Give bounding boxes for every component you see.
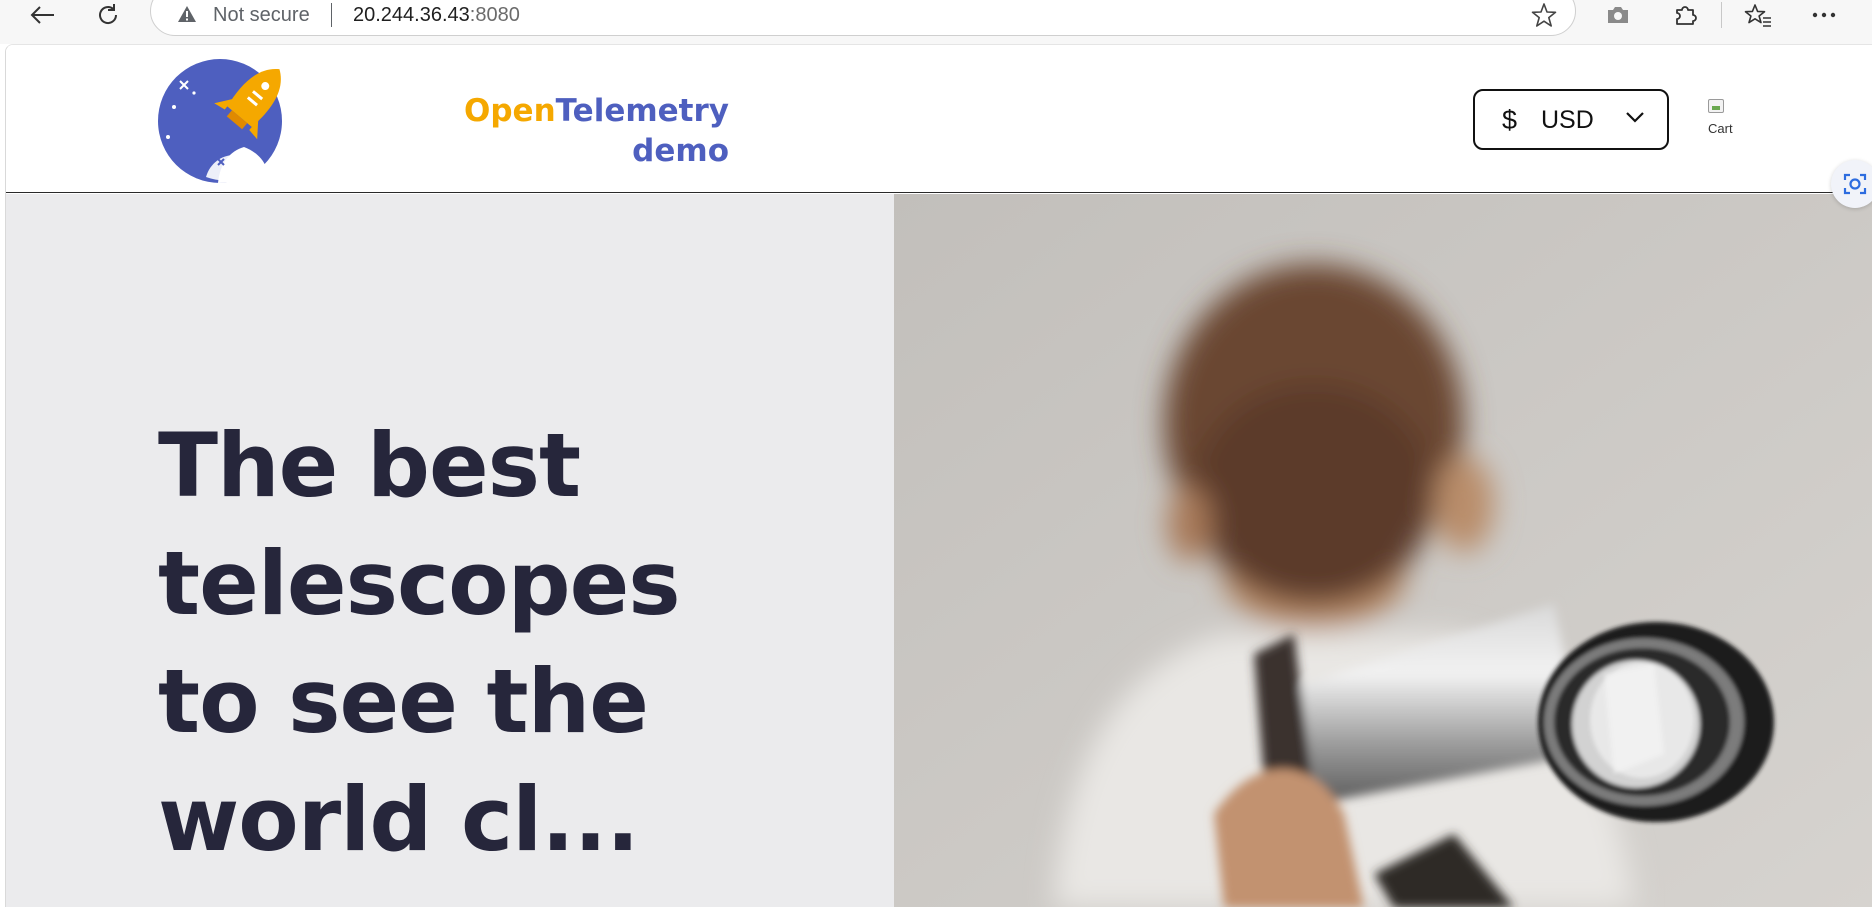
logo-word-demo: demo [632, 133, 729, 169]
toolbar-divider [1721, 2, 1722, 28]
favorites-icon [1744, 4, 1771, 27]
reload-button[interactable] [88, 0, 128, 30]
hero-title: The best telescopes to see the world cl.… [158, 414, 681, 871]
screenshot-button[interactable] [1598, 0, 1638, 30]
site-header: OpenTelemetry demo $ USD Cart [6, 45, 1872, 193]
camera-icon [1608, 7, 1628, 23]
favorites-button[interactable] [1738, 0, 1778, 30]
extensions-button[interactable] [1665, 0, 1705, 30]
star-icon[interactable] [1531, 2, 1557, 28]
back-button[interactable] [22, 0, 62, 30]
currency-symbol: $ [1502, 105, 1518, 135]
hero-text-panel: The best telescopes to see the world cl.… [6, 194, 894, 907]
address-bar[interactable]: Not secure 20.244.36.43:8080 [150, 0, 1576, 36]
rocket-logo-icon [158, 59, 282, 183]
logo-word-telemetry: Telemetry [555, 93, 729, 129]
hero-photo-child-telescope [894, 194, 1872, 907]
logo-wordmark: OpenTelemetry demo [464, 91, 729, 171]
cart-alt-text: Cart [1708, 121, 1733, 133]
back-arrow-icon [30, 6, 54, 24]
broken-image-icon [1708, 99, 1724, 113]
hero-image [894, 194, 1872, 907]
url-text[interactable]: 20.244.36.43:8080 [353, 4, 520, 27]
cart-button[interactable]: Cart [1706, 97, 1746, 133]
logo-word-open: Open [464, 93, 556, 129]
currency-selector[interactable]: $ USD [1473, 89, 1669, 150]
url-port: :8080 [469, 4, 520, 26]
more-button[interactable] [1804, 0, 1844, 30]
site-logo[interactable]: OpenTelemetry demo [158, 51, 729, 183]
hero-banner: The best telescopes to see the world cl.… [6, 194, 1872, 907]
currency-code: USD [1541, 106, 1594, 134]
page-viewport: OpenTelemetry demo $ USD Cart The best t… [5, 44, 1872, 907]
more-icon [1812, 12, 1836, 18]
visual-search-icon [1843, 173, 1867, 195]
chevron-down-icon [1626, 112, 1644, 123]
browser-toolbar: Not secure 20.244.36.43:8080 [0, 0, 1872, 44]
reload-icon [99, 4, 118, 24]
visual-search-button[interactable] [1831, 160, 1872, 208]
url-host: 20.244.36.43 [353, 4, 470, 26]
address-separator [331, 3, 332, 27]
warning-icon [178, 6, 196, 22]
puzzle-icon [1676, 6, 1697, 25]
security-label[interactable]: Not secure [213, 4, 310, 27]
